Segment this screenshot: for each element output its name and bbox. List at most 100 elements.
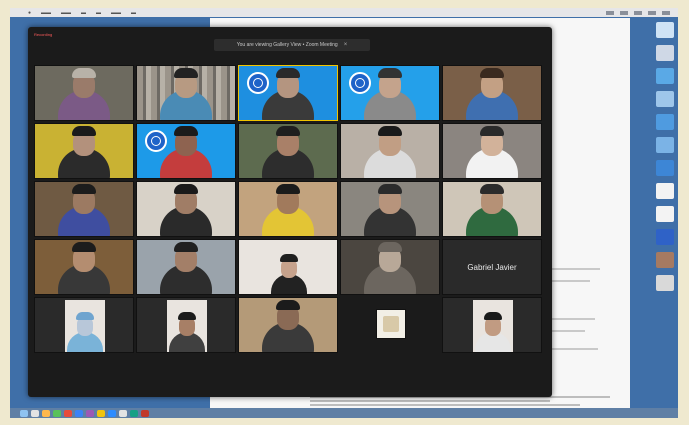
participant-tile[interactable] [340,239,440,295]
document-icon[interactable] [656,183,674,199]
participant-tile[interactable] [238,181,338,237]
document-text [310,396,610,408]
participant-tile[interactable] [34,239,134,295]
participant-hair [276,126,300,136]
menu-item[interactable]: ▬▬ [111,10,121,16]
participant-tile[interactable] [136,297,236,353]
zoom-meeting-window: Recording You are viewing Gallery View •… [28,27,552,397]
participant-hair [72,126,96,136]
participant-tile[interactable] [238,65,338,121]
participant-tile[interactable] [376,309,406,339]
video-feed [269,242,309,294]
virtual-background-logo-icon [349,72,371,94]
participant-tile[interactable] [442,123,542,179]
participant-hair [174,242,198,252]
participant-tile[interactable]: Gabriel Javier [442,239,542,295]
image-icon[interactable] [656,252,674,268]
zoom-dock-icon[interactable] [108,409,116,417]
participant-hair [178,312,196,320]
dock-app-icon[interactable] [86,409,94,417]
participant-hair [378,184,402,194]
participant-tile[interactable] [34,297,134,353]
status-icon[interactable] [634,10,642,15]
participant-tile[interactable] [442,297,542,353]
participant-tile[interactable] [442,65,542,121]
participant-tile[interactable] [136,65,236,121]
virtual-background-logo-icon [145,130,167,152]
participant-hair [378,242,402,252]
video-feed [167,300,207,352]
participant-hair [72,184,96,194]
dock-app-icon[interactable] [53,409,61,417]
banner-text: You are viewing Gallery View • Zoom Meet… [236,42,338,48]
participant-tile[interactable] [238,297,338,353]
menu-item[interactable]: ▬▬ [41,10,51,16]
participant-hair [76,312,94,320]
participant-hair [174,126,198,136]
avatar [383,316,399,332]
app-icon[interactable] [656,229,674,245]
dock-app-icon[interactable] [97,409,105,417]
dock-app-icon[interactable] [20,409,28,417]
dock-app-icon[interactable] [64,409,72,417]
gallery-grid: Gabriel Javier [34,65,544,353]
participant-hair [378,126,402,136]
document-icon[interactable] [656,206,674,222]
dock-app-icon[interactable] [119,409,127,417]
close-icon[interactable]: × [344,42,348,48]
status-icons [606,10,678,15]
dock-app-icon[interactable] [130,409,138,417]
participant-hair [378,68,402,78]
status-icon[interactable] [662,10,670,15]
participant-tile[interactable] [442,181,542,237]
participant-hair [276,68,300,78]
participant-tile[interactable] [34,181,134,237]
file-icon[interactable] [656,91,674,107]
participant-hair [276,300,300,310]
video-feed [65,300,105,352]
desktop-screen: ● ▬▬ ▬▬ ▬ ▬ ▬▬ ▬ Recording You are viewi… [10,8,678,418]
participant-tile[interactable] [34,123,134,179]
participant-tile[interactable] [136,181,236,237]
participant-tile[interactable] [136,123,236,179]
participant-tile[interactable] [238,239,338,295]
dock-app-icon[interactable] [141,409,149,417]
dock-app-icon[interactable] [31,409,39,417]
participant-hair [174,68,198,78]
participant-tile[interactable] [136,239,236,295]
virtual-background-logo-icon [247,72,269,94]
status-icon[interactable] [606,10,614,15]
participant-hair [484,312,502,320]
status-icon[interactable] [648,10,656,15]
participant-hair [480,126,504,136]
participant-tile[interactable] [238,123,338,179]
folder-icon[interactable] [656,160,674,176]
apple-menu-icon[interactable]: ● [28,10,31,16]
participant-name: Gabriel Javier [467,262,517,272]
menu-item[interactable]: ▬ [131,10,136,16]
dock-app-icon[interactable] [75,409,83,417]
menu-item[interactable]: ▬▬ [61,10,71,16]
gallery-view-banner: You are viewing Gallery View • Zoom Meet… [214,39,370,51]
desktop-icons [652,18,678,402]
menu-item[interactable]: ▬ [81,10,86,16]
participant-hair [480,68,504,78]
menu-bar: ● ▬▬ ▬▬ ▬ ▬ ▬▬ ▬ [10,8,678,17]
participant-tile[interactable] [340,123,440,179]
participant-tile[interactable] [340,181,440,237]
recording-indicator: Recording [34,32,53,37]
file-icon[interactable] [656,275,674,291]
file-icon[interactable] [656,22,674,38]
dock [10,408,678,418]
participant-tile[interactable] [34,65,134,121]
status-icon[interactable] [620,10,628,15]
participant-hair [174,184,198,194]
menu-item[interactable]: ▬ [96,10,101,16]
folder-icon[interactable] [656,137,674,153]
folder-icon[interactable] [656,114,674,130]
dock-app-icon[interactable] [42,409,50,417]
file-icon[interactable] [656,45,674,61]
participant-tile[interactable] [340,65,440,121]
video-feed [473,300,513,352]
folder-icon[interactable] [656,68,674,84]
